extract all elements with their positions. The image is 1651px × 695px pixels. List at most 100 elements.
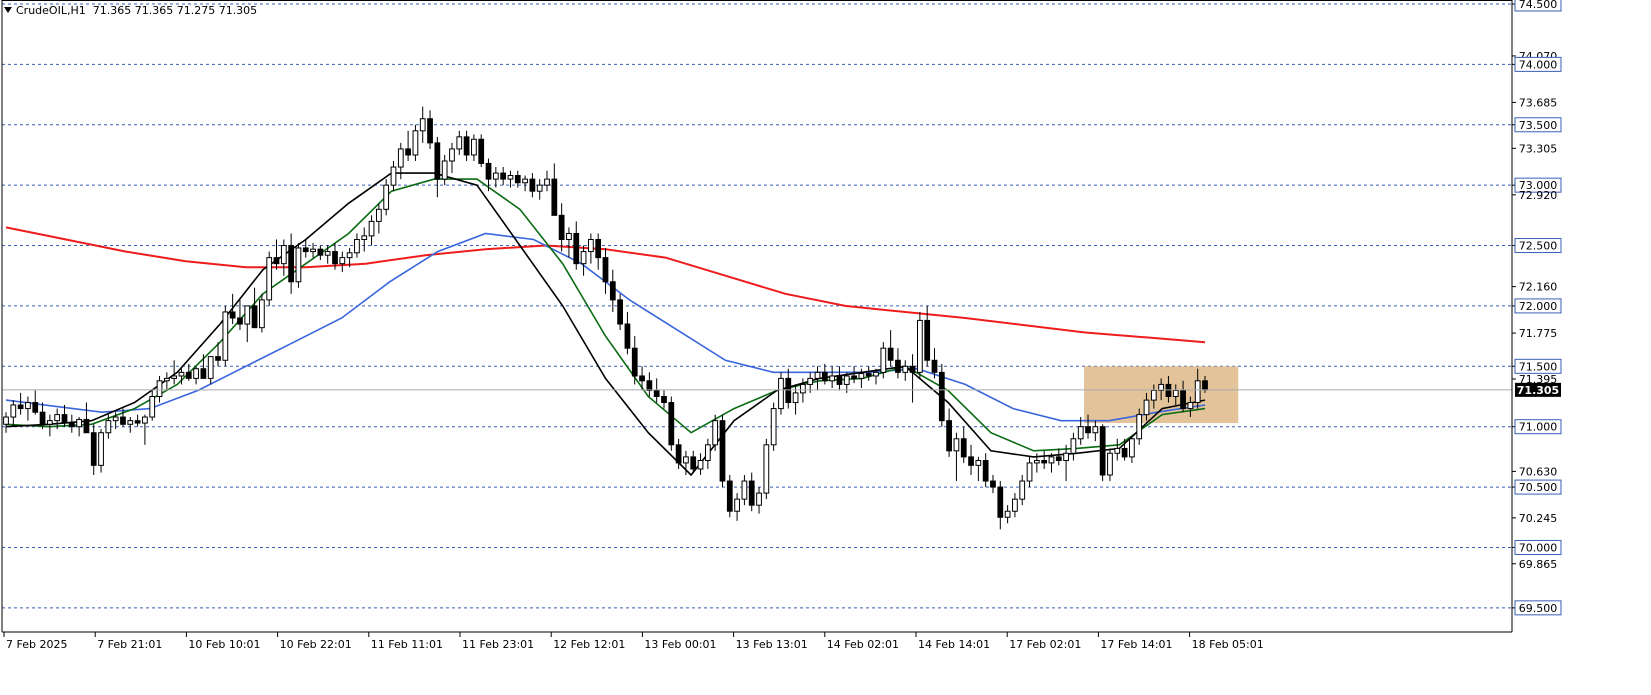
candle-body-19 — [142, 416, 148, 424]
candle-body-126 — [924, 319, 931, 361]
candle-body-121 — [887, 347, 894, 361]
candle-body-24 — [178, 371, 185, 377]
candle-body-79 — [580, 251, 587, 265]
candle-body-30 — [222, 311, 229, 361]
y-tick-label-8: 72.500 — [1519, 240, 1558, 253]
candle-body-20 — [149, 396, 156, 418]
candle-body-132 — [968, 456, 974, 466]
chart-area[interactable]: 74.500 74.070 74.000 73.685 73.500 73.305 73.0… — [0, 0, 1651, 691]
candle-body-141 — [1033, 460, 1040, 464]
candle-body-8 — [61, 414, 68, 424]
candle-body-124 — [909, 365, 916, 373]
candle-body-72 — [529, 178, 536, 192]
price-chart[interactable]: 74.50074.07074.00073.68573.50073.30573.0… — [0, 0, 1651, 691]
candle-body-0 — [3, 416, 9, 425]
candle-body-5 — [39, 411, 46, 425]
candle-body-108 — [792, 392, 799, 404]
candle-body-128 — [938, 371, 945, 422]
candle-body-7 — [54, 414, 61, 422]
candle-body-112 — [821, 371, 828, 382]
candle-body-151 — [1107, 452, 1113, 476]
candle-body-104 — [763, 444, 770, 494]
candle-body-56 — [412, 130, 419, 156]
candle-body-65 — [478, 138, 485, 164]
candle-body-103 — [756, 492, 762, 506]
y-tick-label-17: 70.245 — [1519, 512, 1558, 525]
candle-105 — [770, 402, 777, 451]
candle-body-34 — [251, 305, 258, 329]
candle-body-160 — [1172, 389, 1179, 398]
y-tick-label-11: 71.775 — [1519, 327, 1558, 340]
candle-body-11 — [83, 418, 90, 434]
candle-body-133 — [975, 460, 982, 466]
candle-body-88 — [646, 380, 653, 391]
candle-body-22 — [163, 377, 170, 382]
candle-body-125 — [916, 319, 923, 373]
candle-body-2 — [17, 404, 24, 410]
candle-body-73 — [536, 184, 543, 192]
candle-body-38 — [280, 245, 287, 265]
x-tick-label-3: 10 Feb 22:01 — [280, 638, 352, 651]
candle-body-148 — [1085, 426, 1091, 434]
candle-body-66 — [485, 162, 492, 180]
candle-body-159 — [1165, 383, 1172, 397]
candle-body-96 — [704, 444, 711, 462]
candle-body-29 — [215, 356, 221, 361]
candle-150 — [1099, 424, 1106, 482]
candle-body-110 — [807, 377, 814, 385]
candle-body-4 — [32, 402, 39, 413]
y-tick-label-12: 71.500 — [1519, 360, 1558, 373]
x-tick-label-7: 13 Feb 00:01 — [644, 638, 716, 651]
candle-body-147 — [1077, 426, 1084, 440]
candle-body-154 — [1129, 438, 1135, 458]
candle-body-1 — [10, 404, 17, 418]
candle-body-122 — [895, 359, 901, 373]
candle-body-27 — [200, 368, 207, 379]
candle-body-142 — [1041, 460, 1048, 464]
dropdown-triangle-icon[interactable] — [4, 7, 12, 13]
candle-body-63 — [463, 136, 470, 156]
y-tick-label-2: 74.000 — [1519, 58, 1558, 71]
candle-body-50 — [368, 220, 375, 237]
candle-body-45 — [332, 251, 338, 265]
candle-body-149 — [1092, 426, 1099, 434]
candle-body-85 — [624, 323, 631, 349]
candle-body-111 — [814, 371, 821, 379]
y-tick-label-9: 72.160 — [1519, 281, 1558, 294]
x-tick-label-8: 13 Feb 13:01 — [736, 638, 808, 651]
ohlc-readout: 71.365 71.365 71.275 71.305 — [92, 4, 258, 17]
y-tick-label-16: 70.500 — [1519, 481, 1558, 494]
candle-body-95 — [697, 460, 704, 470]
x-tick-label-0: 7 Feb 2025 — [6, 638, 67, 651]
candle-body-113 — [829, 375, 836, 382]
y-tick-label-20: 69.500 — [1519, 602, 1558, 615]
candle-36 — [266, 251, 273, 306]
candle-65 — [478, 134, 485, 168]
candle-body-150 — [1099, 426, 1106, 476]
current-price-label: 71.305 — [1517, 384, 1559, 397]
candle-body-62 — [456, 136, 463, 150]
candle-body-32 — [237, 317, 243, 325]
candle-body-89 — [653, 389, 660, 398]
candle-body-46 — [339, 257, 346, 265]
candle-body-82 — [602, 257, 609, 283]
x-tick-label-12: 17 Feb 14:01 — [1100, 638, 1172, 651]
y-tick-label-0: 74.500 — [1519, 0, 1558, 11]
candle-body-57 — [419, 118, 426, 132]
candle-body-92 — [675, 444, 682, 464]
candle-body-117 — [858, 373, 865, 379]
candle-body-152 — [1114, 447, 1121, 454]
candle-body-18 — [134, 420, 141, 424]
candle-body-156 — [1143, 399, 1150, 416]
candle-body-67 — [492, 172, 499, 180]
symbol-label: CrudeOIL,H1 — [16, 4, 86, 17]
candle-body-98 — [719, 420, 726, 482]
candle-body-14 — [105, 420, 112, 434]
candle-body-161 — [1180, 389, 1186, 410]
candle-body-94 — [690, 456, 697, 470]
candle-body-23 — [171, 375, 178, 379]
candle-106 — [778, 372, 784, 415]
candle-body-140 — [1026, 462, 1033, 482]
candle-body-131 — [960, 438, 967, 458]
candle-body-44 — [324, 251, 331, 256]
